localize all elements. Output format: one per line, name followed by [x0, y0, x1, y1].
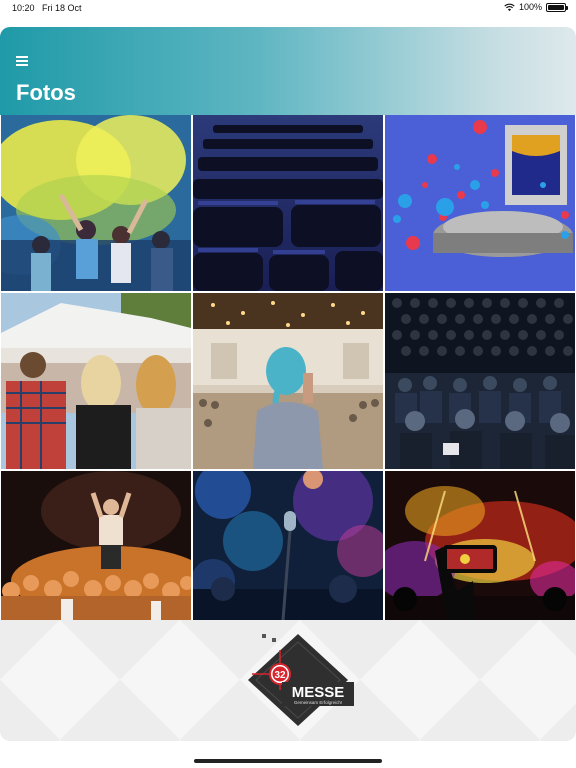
battery-percent: 100% — [518, 2, 542, 12]
woman-on-phone-in-hall-photo — [193, 293, 383, 469]
photo-tile-microphone[interactable] — [193, 471, 383, 620]
battery-icon — [546, 2, 568, 12]
microphone-stage-lights-photo — [193, 471, 383, 620]
logo-tagline: Gemeinsam Erfolgreich! — [294, 700, 342, 705]
photo-tile-virtual-stage[interactable] — [385, 115, 575, 291]
page-title: Fotos — [16, 80, 76, 105]
logo-word: MESSE — [292, 684, 345, 701]
messe-logo: 32 MESSE Gemeinsam Erfolgreich! — [248, 634, 354, 726]
logo-number: 32 — [274, 670, 286, 681]
photo-tile-festival-crowd[interactable] — [1, 293, 191, 469]
photo-tile-performer[interactable] — [1, 471, 191, 620]
virtual-stage-likes-photo — [385, 115, 575, 291]
festival-crowd-tent-photo — [1, 293, 191, 469]
app-window: Fotos 32 MESSE Gemeinsam Erfolgreich! — [0, 27, 576, 741]
status-right: 100% — [504, 2, 568, 12]
home-indicator[interactable] — [194, 759, 382, 763]
performer-and-hands-photo — [1, 471, 191, 620]
empty-chairs-hall-photo — [193, 115, 383, 291]
photo-tile-concert[interactable] — [385, 471, 575, 620]
photo-tile-audience[interactable] — [385, 293, 575, 469]
photo-tile-color-festival[interactable] — [1, 115, 191, 291]
photo-tile-conference-hall[interactable] — [193, 293, 383, 469]
photo-tile-chairs[interactable] — [193, 115, 383, 291]
concert-phone-recording-photo — [385, 471, 575, 620]
wifi-icon — [504, 3, 515, 11]
status-date: Fri 18 Oct — [42, 3, 82, 13]
hamburger-menu-icon[interactable] — [16, 56, 30, 66]
photo-grid — [0, 115, 576, 620]
status-bar: 10:20 Fri 18 Oct 100% — [0, 0, 576, 18]
header-bar: Fotos — [0, 27, 576, 115]
footer-banner: 32 MESSE Gemeinsam Erfolgreich! — [0, 620, 576, 741]
status-time: 10:20 — [12, 3, 35, 13]
conference-audience-photo — [385, 293, 575, 469]
color-powder-festival-photo — [1, 115, 191, 291]
